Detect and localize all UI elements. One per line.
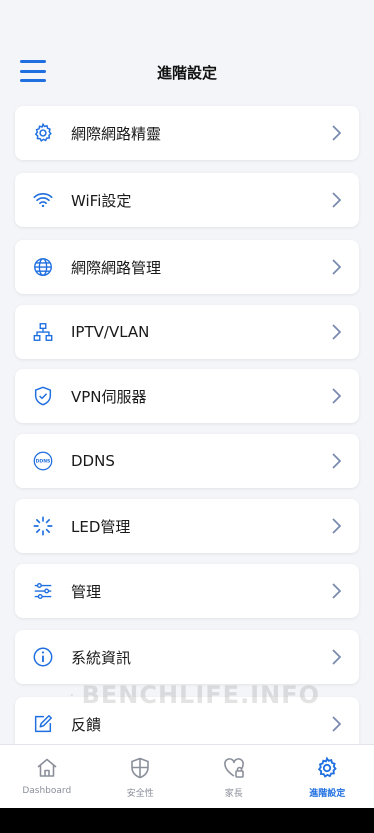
network-topology-icon (32, 321, 54, 343)
nav-item-security[interactable]: 安全性 (94, 745, 188, 809)
system-navigation-bar (0, 808, 374, 833)
chevron-right-icon (329, 124, 343, 142)
chevron-right-icon (329, 387, 343, 405)
ddns-icon: DDNS (32, 450, 54, 472)
menu-item-label: VPN伺服器 (71, 387, 147, 406)
menu-item-iptv-vlan[interactable]: IPTV/VLAN (15, 305, 359, 359)
led-icon (32, 515, 54, 537)
menu-item-internet-wizard[interactable]: 網際網路精靈 (15, 106, 359, 160)
nav-label: 進階設定 (309, 789, 346, 799)
menu-item-label: 系統資訊 (71, 648, 132, 667)
chevron-right-icon (329, 715, 343, 733)
menu-item-ddns[interactable]: DDNS DDNS (15, 434, 359, 488)
menu-item-feedback[interactable]: 反饋 (15, 697, 359, 751)
heart-lock-icon (223, 758, 244, 778)
menu-item-led-management[interactable]: LED管理 (15, 499, 359, 553)
chevron-right-icon (329, 323, 343, 341)
menu-item-label: WiFi設定 (71, 191, 132, 210)
menu-item-label: 網際網路精靈 (71, 124, 162, 143)
wifi-icon (32, 189, 54, 211)
menu-item-vpn-server[interactable]: VPN伺服器 (15, 369, 359, 423)
home-icon (37, 758, 57, 777)
sliders-icon (32, 580, 54, 602)
nav-label: 家長 (224, 789, 243, 799)
page-title: 進階設定 (156, 64, 217, 82)
shield-icon (131, 757, 150, 779)
menu-item-label: IPTV/VLAN (71, 323, 150, 341)
gear-icon (32, 122, 54, 144)
info-icon (32, 646, 54, 668)
menu-item-wifi-settings[interactable]: WiFi設定 (15, 173, 359, 227)
menu-item-internet-management[interactable]: 網際網路管理 (15, 240, 359, 294)
menu-item-label: 管理 (71, 582, 102, 601)
menu-item-label: LED管理 (71, 517, 131, 536)
gear-icon (318, 756, 337, 778)
globe-icon (32, 256, 54, 278)
nav-item-parental[interactable]: 家長 (187, 745, 281, 809)
nav-label: 安全性 (126, 789, 154, 799)
menu-item-management[interactable]: 管理 (15, 564, 359, 618)
chevron-right-icon (329, 258, 343, 276)
chevron-right-icon (329, 191, 343, 209)
chevron-right-icon (329, 582, 343, 600)
nav-label: Dashboard (22, 786, 72, 796)
menu-item-label: 網際網路管理 (71, 258, 162, 277)
nav-item-advanced-settings[interactable]: 進階設定 (281, 745, 374, 809)
header: 進階設定 (0, 0, 374, 100)
feedback-edit-icon (32, 713, 54, 735)
chevron-right-icon (329, 452, 343, 470)
chevron-right-icon (329, 648, 343, 666)
chevron-right-icon (329, 517, 343, 535)
menu-item-label: 反饋 (71, 715, 102, 734)
ddns-icon-text: DDNS (36, 459, 51, 465)
nav-item-dashboard[interactable]: Dashboard (0, 745, 94, 809)
shield-check-icon (32, 385, 54, 407)
menu-item-label: DDNS (71, 452, 115, 470)
menu-item-system-info[interactable]: 系統資訊 (15, 630, 359, 684)
bottom-nav: Dashboard 安全性 家長 進階設定 (0, 744, 374, 809)
